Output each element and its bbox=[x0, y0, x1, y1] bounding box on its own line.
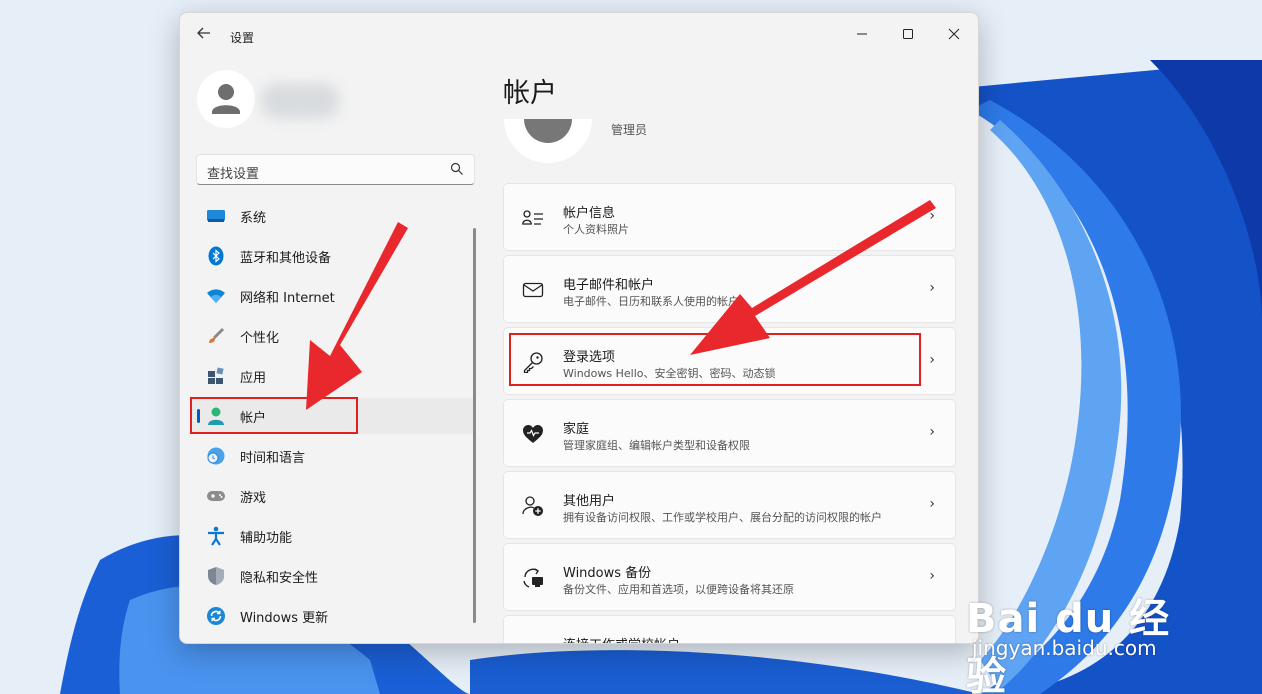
page-title: 帐户 bbox=[503, 78, 557, 109]
maximize-icon bbox=[903, 29, 913, 39]
bluetooth-icon bbox=[206, 246, 226, 266]
sidebar-item-network[interactable]: 网络和 Internet bbox=[190, 278, 475, 314]
sidebar-scrollbar[interactable] bbox=[473, 228, 476, 623]
sidebar-item-accessibility[interactable]: 辅助功能 bbox=[190, 518, 475, 554]
close-icon bbox=[948, 28, 960, 40]
search-icon[interactable] bbox=[450, 162, 464, 176]
account-settings-list: 帐户信息 个人资料照片 › 电子邮件和帐户 电子邮件、日历和联系人使用的帐户 ›… bbox=[503, 183, 956, 643]
sidebar-item-label: 游戏 bbox=[240, 490, 267, 506]
sync-icon bbox=[206, 606, 226, 626]
sidebar-item-windows-update[interactable]: Windows 更新 bbox=[190, 598, 475, 634]
apps-icon bbox=[206, 366, 226, 386]
person-add-icon bbox=[521, 494, 545, 518]
card-title: 连接工作或学校帐户 bbox=[563, 634, 680, 643]
back-button[interactable] bbox=[194, 25, 214, 45]
paintbrush-icon bbox=[206, 326, 226, 346]
highlight-sign-in-options bbox=[509, 333, 921, 386]
highlight-accounts bbox=[190, 397, 358, 434]
card-title: 帐户信息 bbox=[563, 206, 616, 221]
card-email-accounts[interactable]: 电子邮件和帐户 电子邮件、日历和联系人使用的帐户 › bbox=[503, 255, 956, 323]
card-subtitle: 个人资料照片 bbox=[563, 223, 629, 236]
heart-icon bbox=[521, 422, 545, 446]
card-work-school-account[interactable]: 连接工作或学校帐户 › bbox=[503, 615, 956, 643]
sidebar-item-label: Windows 更新 bbox=[240, 610, 329, 626]
sidebar-item-bluetooth[interactable]: 蓝牙和其他设备 bbox=[190, 238, 475, 274]
account-avatar bbox=[504, 119, 592, 163]
sidebar-item-label: 网络和 Internet bbox=[240, 290, 335, 306]
profile-avatar[interactable] bbox=[197, 70, 255, 128]
account-role: 管理员 bbox=[611, 123, 648, 137]
wifi-icon bbox=[206, 286, 226, 306]
sidebar-item-label: 时间和语言 bbox=[240, 450, 306, 466]
card-subtitle: 管理家庭组、编辑帐户类型和设备权限 bbox=[563, 439, 750, 452]
chevron-right-icon: › bbox=[929, 280, 935, 296]
title-bar: 设置 bbox=[180, 13, 978, 57]
card-subtitle: 电子邮件、日历和联系人使用的帐户 bbox=[563, 295, 739, 308]
sidebar-item-label: 应用 bbox=[240, 370, 267, 386]
card-title: Windows 备份 bbox=[563, 566, 652, 581]
sidebar-item-privacy[interactable]: 隐私和安全性 bbox=[190, 558, 475, 594]
card-other-users[interactable]: 其他用户 拥有设备访问权限、工作或学校用户、展台分配的访问权限的帐户 › bbox=[503, 471, 956, 539]
search-placeholder: 查找设置 bbox=[207, 167, 260, 182]
watermark-url: jingyan.baidu.com bbox=[972, 636, 1157, 660]
search-input[interactable]: 查找设置 bbox=[196, 154, 475, 185]
minimize-button[interactable] bbox=[842, 19, 882, 49]
baidu-watermark: Bai du 经验 jingyan.baidu.com bbox=[966, 586, 1206, 694]
settings-window: 设置 查找设置 系统 蓝牙和其他设备 网络和 Internet 个性化 应用 帐… bbox=[179, 12, 979, 644]
sidebar-item-time-language[interactable]: 时间和语言 bbox=[190, 438, 475, 474]
globe-clock-icon bbox=[206, 446, 226, 466]
chevron-right-icon: › bbox=[929, 640, 935, 643]
sidebar-item-label: 系统 bbox=[240, 210, 267, 226]
monitor-icon bbox=[206, 206, 226, 226]
window-title: 设置 bbox=[230, 31, 255, 45]
card-windows-backup[interactable]: Windows 备份 备份文件、应用和首选项，以便跨设备将其还原 › bbox=[503, 543, 956, 611]
card-account-info[interactable]: 帐户信息 个人资料照片 › bbox=[503, 183, 956, 251]
chevron-right-icon: › bbox=[929, 568, 935, 584]
minimize-icon bbox=[857, 33, 867, 35]
card-family[interactable]: 家庭 管理家庭组、编辑帐户类型和设备权限 › bbox=[503, 399, 956, 467]
chevron-right-icon: › bbox=[929, 208, 935, 224]
accessibility-icon bbox=[206, 526, 226, 546]
maximize-button[interactable] bbox=[888, 19, 928, 49]
user-avatar-icon bbox=[212, 84, 240, 114]
sidebar-item-system[interactable]: 系统 bbox=[190, 198, 475, 234]
person-list-icon bbox=[521, 206, 545, 230]
sidebar-item-label: 隐私和安全性 bbox=[240, 570, 319, 586]
chevron-right-icon: › bbox=[929, 424, 935, 440]
sidebar-item-label: 辅助功能 bbox=[240, 530, 293, 546]
back-arrow-icon bbox=[197, 27, 210, 39]
gamepad-icon bbox=[206, 486, 226, 506]
close-button[interactable] bbox=[934, 19, 974, 49]
sidebar-item-label: 蓝牙和其他设备 bbox=[240, 250, 332, 266]
card-subtitle: 拥有设备访问权限、工作或学校用户、展台分配的访问权限的帐户 bbox=[563, 511, 882, 524]
card-title: 家庭 bbox=[563, 422, 590, 437]
chevron-right-icon: › bbox=[929, 496, 935, 512]
mail-icon bbox=[521, 278, 545, 302]
chevron-right-icon: › bbox=[929, 352, 935, 368]
card-subtitle: 备份文件、应用和首选项，以便跨设备将其还原 bbox=[563, 583, 794, 596]
sidebar-item-label: 个性化 bbox=[240, 330, 280, 346]
sidebar-item-gaming[interactable]: 游戏 bbox=[190, 478, 475, 514]
shield-icon bbox=[206, 566, 226, 586]
sidebar-item-apps[interactable]: 应用 bbox=[190, 358, 475, 394]
card-title: 电子邮件和帐户 bbox=[563, 278, 655, 293]
briefcase-icon bbox=[521, 638, 545, 643]
card-title: 其他用户 bbox=[563, 494, 616, 509]
backup-icon bbox=[521, 566, 545, 590]
profile-name-blurred bbox=[260, 83, 340, 119]
sidebar-item-personalization[interactable]: 个性化 bbox=[190, 318, 475, 354]
